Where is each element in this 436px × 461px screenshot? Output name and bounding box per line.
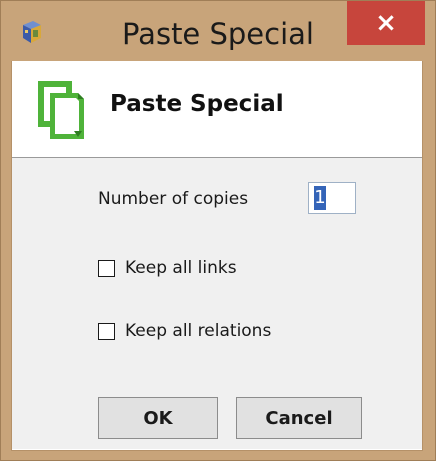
cancel-button[interactable]: Cancel [236, 397, 362, 439]
dialog-client-area: Paste Special Number of copies 1 Keep al… [11, 61, 423, 451]
keep-links-label: Keep all links [125, 258, 237, 278]
dialog-header: Paste Special [12, 61, 422, 158]
keep-relations-checkbox[interactable] [98, 323, 115, 340]
copies-input[interactable] [308, 182, 356, 214]
paste-special-dialog: Paste Special × Paste Special Number of … [0, 0, 436, 461]
close-button[interactable]: × [347, 1, 425, 45]
close-icon: × [375, 8, 397, 38]
keep-relations-label: Keep all relations [125, 321, 272, 341]
keep-links-checkbox[interactable] [98, 260, 115, 277]
copies-label: Number of copies [98, 189, 249, 209]
dialog-body: Number of copies 1 Keep all links Keep a… [12, 158, 422, 449]
header-title: Paste Special [110, 91, 284, 117]
paste-document-icon [38, 81, 84, 139]
ok-button[interactable]: OK [98, 397, 218, 439]
title-bar[interactable]: Paste Special × [1, 1, 435, 61]
